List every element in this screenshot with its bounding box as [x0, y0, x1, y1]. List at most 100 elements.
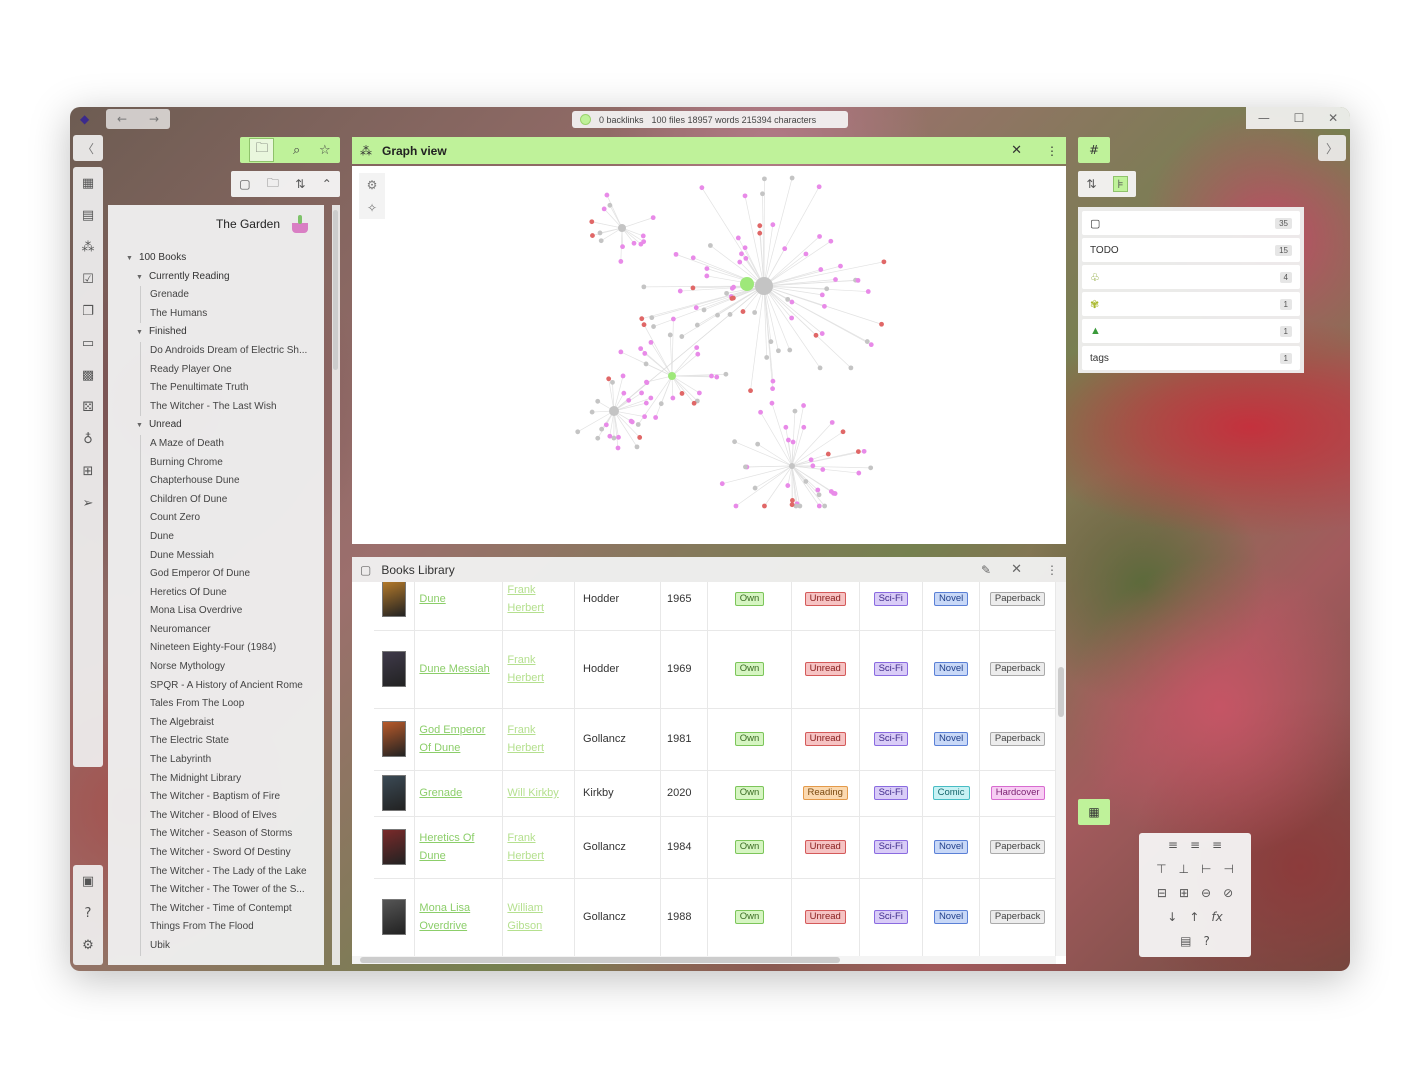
author-link[interactable]: William [507, 899, 570, 917]
author-link[interactable]: Frank [507, 582, 570, 599]
author-link[interactable]: Gibson [507, 917, 570, 935]
note-item[interactable]: The Midnight Library [150, 770, 324, 789]
folder-row[interactable]: ▼ Unread [126, 416, 324, 435]
graph-node[interactable] [730, 295, 736, 301]
back-arrow-button[interactable]: ← [117, 112, 127, 126]
close-pane-icon[interactable]: ✕ [1011, 143, 1022, 158]
csv-export-icon[interactable]: ▤ [1180, 934, 1191, 948]
note-item[interactable]: Count Zero [150, 509, 324, 528]
note-item[interactable]: Dune [150, 528, 324, 547]
table-editor-icon[interactable]: ▦ [1078, 799, 1110, 825]
delete-column-icon[interactable]: ⊘ [1223, 886, 1233, 900]
graph-node[interactable] [709, 373, 714, 379]
graph-node[interactable] [679, 334, 685, 339]
graph-node[interactable] [828, 238, 834, 244]
graph-node[interactable] [816, 492, 822, 498]
author-link[interactable]: Will Kirkby [507, 784, 570, 802]
book-title-link[interactable]: Dune [419, 847, 498, 865]
graph-node[interactable] [803, 479, 809, 484]
graph-node[interactable] [782, 246, 788, 252]
templates-icon[interactable]: ❐ [73, 295, 103, 327]
graph-node[interactable] [729, 285, 735, 291]
graph-node[interactable] [881, 259, 887, 265]
graph-node[interactable] [642, 414, 647, 420]
sort-descending-icon[interactable]: ↑ [1189, 910, 1199, 924]
graph-node[interactable] [785, 296, 791, 302]
tag-item[interactable]: ♧ 4 [1082, 265, 1300, 289]
graph-node[interactable] [694, 345, 700, 350]
graph-node[interactable] [641, 322, 647, 328]
graph-node[interactable] [638, 346, 644, 352]
note-item[interactable]: The Witcher - The Last Wish [150, 398, 324, 417]
graph-node[interactable] [595, 398, 601, 404]
graph-node[interactable] [822, 303, 827, 309]
explorer-scrollbar[interactable] [332, 205, 340, 965]
graph-node[interactable] [797, 503, 803, 509]
note-item[interactable]: Dune Messiah [150, 547, 324, 566]
new-note-icon[interactable]: ▢ [239, 177, 250, 191]
graph-node[interactable] [752, 310, 758, 315]
author-link[interactable]: Herbert [507, 669, 570, 687]
note-item[interactable]: Burning Chrome [150, 454, 324, 473]
graph-node[interactable] [603, 422, 609, 428]
graph-node[interactable] [789, 502, 795, 508]
graph-node[interactable] [817, 365, 823, 371]
graph-node[interactable] [701, 307, 707, 313]
note-item[interactable]: The Witcher - Season of Storms [150, 825, 324, 844]
forward-arrow-button[interactable]: → [149, 112, 159, 126]
move-column-icon[interactable]: ⊞ [1179, 886, 1189, 900]
graph-node[interactable] [768, 339, 774, 345]
graph-node[interactable] [648, 339, 654, 345]
files-folder-icon[interactable]: 🗀 [249, 138, 275, 162]
graph-node[interactable] [620, 244, 625, 250]
graph-node[interactable] [679, 391, 685, 396]
graph-node[interactable] [639, 390, 644, 396]
book-title-link[interactable]: Dune Messiah [419, 660, 498, 678]
graph-node[interactable] [776, 348, 781, 354]
tag-item[interactable]: ✾ 1 [1082, 292, 1300, 316]
graph-node[interactable] [879, 321, 884, 327]
graph-node[interactable] [783, 424, 789, 430]
graph-node[interactable] [742, 245, 748, 251]
note-item[interactable]: Nineteen Eighty-Four (1984) [150, 639, 324, 658]
graph-node[interactable] [693, 305, 699, 311]
author-link[interactable]: Frank [507, 651, 570, 669]
graph-node[interactable] [635, 422, 641, 427]
graph-node[interactable] [626, 397, 632, 403]
graph-node[interactable] [601, 206, 607, 212]
graph-node[interactable] [829, 420, 835, 425]
graph-node[interactable] [838, 263, 843, 269]
graph-node[interactable] [815, 487, 821, 493]
graph-node[interactable] [607, 433, 613, 439]
graph-node[interactable] [770, 222, 776, 228]
author-link[interactable]: Herbert [507, 599, 570, 617]
calendar-check-icon[interactable]: ☑ [73, 263, 103, 295]
close-pane-icon[interactable]: ✕ [1011, 562, 1022, 577]
note-item[interactable]: Do Androids Dream of Electric Sh... [150, 342, 324, 361]
graph-node[interactable] [667, 332, 673, 338]
graph-node[interactable] [742, 193, 748, 199]
note-item[interactable]: The Humans [150, 305, 324, 324]
graph-node[interactable] [597, 230, 603, 236]
graph-node[interactable] [651, 324, 656, 329]
graph-node[interactable] [618, 259, 624, 264]
folder-100-books[interactable]: ▼ 100 Books [126, 249, 324, 268]
graph-node[interactable] [840, 429, 846, 435]
graph-node[interactable] [803, 251, 809, 257]
delete-row-icon[interactable]: ⊖ [1201, 886, 1211, 900]
book-cover-image[interactable] [382, 721, 407, 757]
graph-node[interactable] [590, 233, 595, 238]
graph-hub-node[interactable] [755, 277, 773, 295]
graph-node[interactable] [727, 312, 733, 317]
graph-node[interactable] [644, 379, 649, 385]
note-item[interactable]: Norse Mythology [150, 658, 324, 677]
note-item[interactable]: The Labyrinth [150, 751, 324, 770]
folder-row[interactable]: ▼ Finished [126, 323, 324, 342]
graph-node[interactable] [643, 361, 649, 367]
graph-node[interactable] [735, 235, 741, 241]
graph-node[interactable] [723, 371, 729, 377]
note-item[interactable]: Ready Player One [150, 361, 324, 380]
author-link[interactable]: Frank [507, 829, 570, 847]
formula-icon[interactable]: fx [1211, 910, 1222, 924]
graph-node[interactable] [865, 289, 871, 294]
